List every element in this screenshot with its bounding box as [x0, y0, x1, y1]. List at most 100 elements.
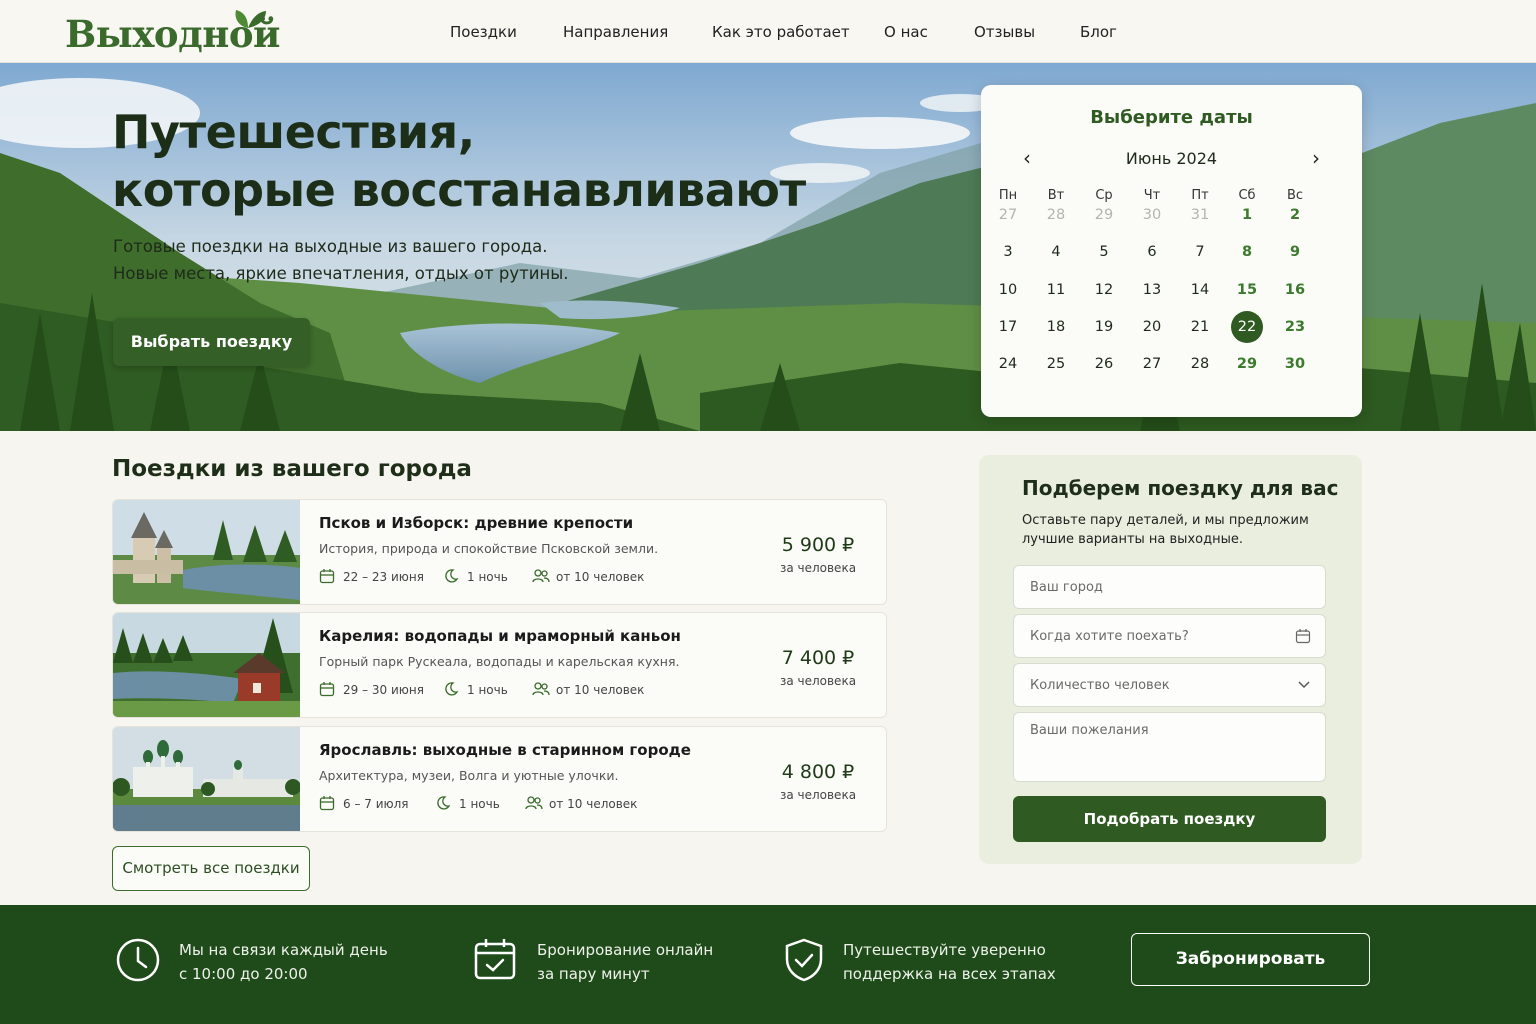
calendar-day[interactable]: 21 [1180, 311, 1220, 343]
trip-card[interactable]: Ярославль: выходные в старинном городе А… [112, 726, 887, 832]
trip-people-text: от 10 человек [556, 683, 645, 697]
view-all-trips-button[interactable]: Смотреть все поездки [112, 846, 310, 891]
nav-item-reviews[interactable]: Отзывы [974, 23, 1035, 41]
trip-title: Ярославль: выходные в старинном городе [319, 741, 691, 759]
calendar-day[interactable]: 9 [1275, 236, 1315, 268]
nav-item-how-it-works[interactable]: Как это работает [712, 23, 850, 41]
date-picker: Выберите даты ‹ Июнь 2024 › Пн Вт Ср Чт Пт Сб… [981, 85, 1362, 417]
calendar-day: 31 [1190, 207, 1210, 223]
people-icon [532, 682, 550, 696]
calendar-day[interactable]: 18 [1036, 311, 1076, 343]
calendar-day[interactable]: 26 [1084, 348, 1124, 380]
nav-item-about[interactable]: О нас [884, 23, 928, 41]
trip-price: 4 800 ₽ [781, 761, 855, 783]
trip-people-text: от 10 человек [556, 570, 645, 584]
calendar-day[interactable]: 14 [1180, 274, 1220, 306]
calendar-day-selected[interactable]: 22 [1231, 311, 1263, 343]
calendar-day[interactable]: 11 [1036, 274, 1076, 306]
trip-nights-text: 1 ночь [459, 797, 500, 811]
calendar-month: Июнь 2024 [1125, 149, 1218, 168]
nav-item-blog[interactable]: Блог [1080, 23, 1117, 41]
calendar-day[interactable]: 3 [988, 236, 1028, 268]
trip-nights: 1 ночь [445, 569, 508, 584]
hero-subtitle: Готовые поездки на выходные из вашего го… [113, 233, 569, 287]
trip-people: от 10 человек [532, 682, 645, 697]
calendar-day[interactable]: 4 [1036, 236, 1076, 268]
calendar-day: 30 [1142, 207, 1162, 223]
chevron-right-icon[interactable]: › [1306, 148, 1326, 168]
moon-icon [437, 796, 451, 810]
wishes-placeholder: Ваши пожелания [1030, 723, 1149, 738]
trip-card[interactable]: Карелия: водопады и мраморный каньон Гор… [112, 612, 887, 718]
feature-confidence-line-2: поддержка на всех этапах [843, 965, 1056, 983]
calendar-day[interactable]: 12 [1084, 274, 1124, 306]
trip-title: Карелия: водопады и мраморный каньон [319, 627, 681, 645]
trip-price-unit: за человека [779, 674, 857, 688]
people-count-placeholder: Количество человек [1030, 678, 1170, 693]
feature-confidence: Путешествуйте уверенно поддержка на всех… [843, 938, 1056, 986]
trip-nights: 1 ночь [445, 682, 508, 697]
trip-description: Архитектура, музеи, Волга и уютные улочк… [319, 768, 619, 783]
calendar-day[interactable]: 8 [1227, 236, 1267, 268]
calendar-day[interactable]: 5 [1084, 236, 1124, 268]
calendar-day[interactable]: 7 [1180, 236, 1220, 268]
calendar-day[interactable]: 17 [988, 311, 1028, 343]
calendar-title: Выберите даты [1090, 107, 1253, 128]
trip-title: Псков и Изборск: древние крепости [319, 514, 634, 532]
form-title: Подберем поездку для вас [1022, 476, 1339, 500]
calendar-day[interactable]: 19 [1084, 311, 1124, 343]
trip-people: от 10 человек [525, 796, 637, 811]
calendar-icon [319, 682, 335, 697]
calendar-day[interactable]: 10 [988, 274, 1028, 306]
book-button[interactable]: Забронировать [1131, 933, 1370, 986]
calendar-day[interactable]: 2 [1275, 199, 1315, 231]
calendar-day[interactable]: 20 [1132, 311, 1172, 343]
calendar-day[interactable]: 24 [988, 348, 1028, 380]
feature-support: Мы на связи каждый день с 10:00 до 20:00 [179, 938, 388, 986]
trip-dates: 29 – 30 июня [319, 682, 424, 697]
calendar-day[interactable]: 30 [1275, 348, 1315, 380]
calendar-day[interactable]: 25 [1036, 348, 1076, 380]
calendar-day[interactable]: 28 [1180, 348, 1220, 380]
calendar-day[interactable]: 15 [1227, 274, 1267, 306]
calendar-day[interactable]: 16 [1275, 274, 1315, 306]
calendar-day: 29 [1094, 207, 1114, 223]
feature-booking: Бронирование онлайн за пару минут [537, 938, 713, 986]
calendar-day[interactable]: 1 [1227, 199, 1267, 231]
date-input-placeholder: Когда хотите поехать? [1030, 629, 1189, 644]
calendar-day[interactable]: 23 [1275, 311, 1315, 343]
nav-item-destinations[interactable]: Направления [563, 23, 668, 41]
calendar-day[interactable]: 29 [1227, 348, 1267, 380]
trip-description: Горный парк Рускеала, водопады и карельс… [319, 654, 680, 669]
calendar-day[interactable]: 13 [1132, 274, 1172, 306]
site-header: Выходной Поездки Направления Как это раб… [0, 0, 1536, 63]
calendar-day: 27 [998, 207, 1018, 223]
calendar-icon[interactable] [1295, 628, 1311, 644]
choose-trip-button[interactable]: Выбрать поездку [113, 318, 310, 366]
find-trip-button[interactable]: Подобрать поездку [1013, 796, 1326, 842]
nav-item-trips[interactable]: Поездки [450, 23, 517, 41]
hero-title: Путешествия, которые восстанавливают [112, 103, 806, 219]
trip-price: 5 900 ₽ [781, 534, 855, 556]
moon-icon [445, 682, 459, 696]
trip-nights-text: 1 ночь [467, 570, 508, 584]
wishes-textarea[interactable]: Ваши пожелания [1013, 712, 1326, 782]
calendar-day[interactable]: 6 [1132, 236, 1172, 268]
city-input[interactable]: Ваш город [1013, 565, 1326, 609]
trip-dates-text: 6 – 7 июля [343, 797, 409, 811]
calendar-icon [319, 569, 335, 584]
date-input[interactable]: Когда хотите поехать? [1013, 614, 1326, 658]
shield-check-icon [785, 938, 823, 982]
feature-confidence-line-1: Путешествуйте уверенно [843, 941, 1046, 959]
trip-card[interactable]: Псков и Изборск: древние крепости Истори… [112, 499, 887, 605]
people-count-select[interactable]: Количество человек [1013, 663, 1326, 707]
hero-subtitle-line-2: Новые места, яркие впечатления, отдых от… [113, 264, 569, 283]
trip-dates-text: 29 – 30 июня [343, 683, 424, 697]
trip-request-form: Подберем поездку для вас Оставьте пару д… [979, 455, 1362, 864]
city-input-placeholder: Ваш город [1030, 580, 1103, 595]
chevron-down-icon [1298, 681, 1310, 689]
trips-section-title: Поездки из вашего города [112, 456, 472, 482]
trip-people: от 10 человек [532, 569, 645, 584]
feature-support-line-2: с 10:00 до 20:00 [179, 965, 308, 983]
calendar-day[interactable]: 27 [1132, 348, 1172, 380]
